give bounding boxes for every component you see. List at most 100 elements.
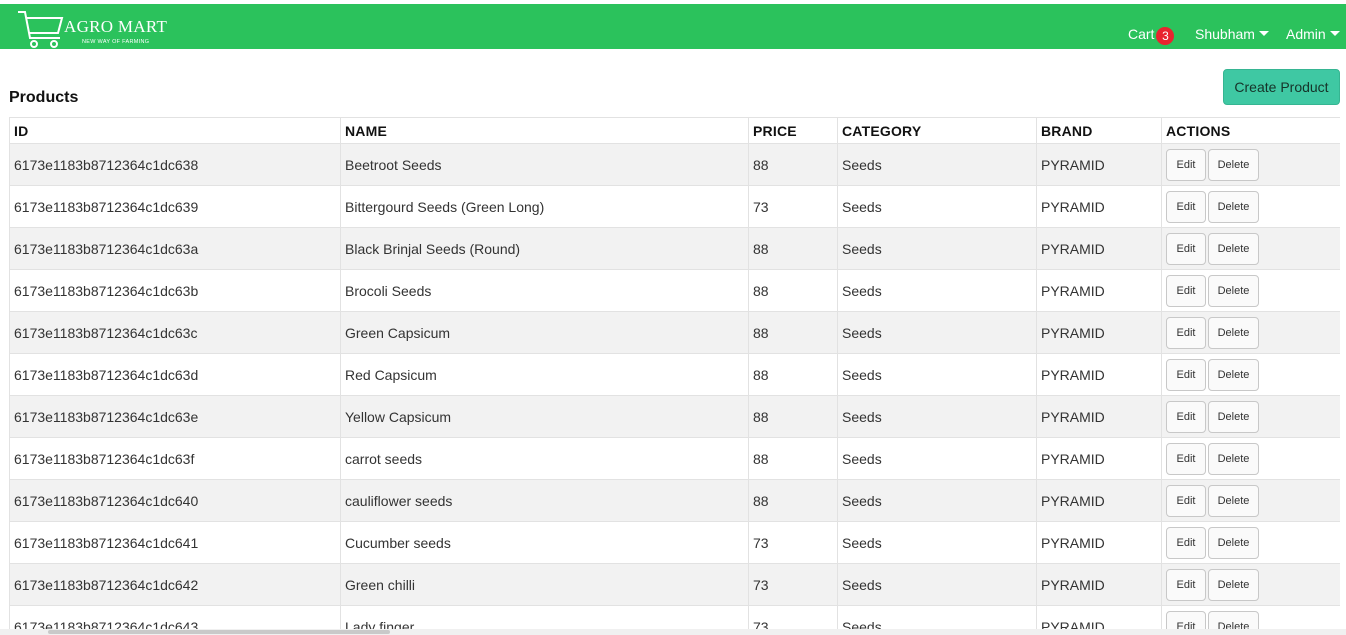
cell-category: Seeds (837, 437, 1037, 480)
cell-price: 73 (748, 521, 838, 564)
chevron-down-icon (1329, 31, 1340, 36)
create-product-button[interactable]: Create Product (1223, 69, 1340, 105)
delete-button[interactable]: Delete (1208, 148, 1259, 181)
cell-name: Yellow Capsicum (340, 395, 749, 438)
edit-button[interactable]: Edit (1166, 442, 1206, 475)
edit-button[interactable]: Edit (1166, 526, 1206, 559)
table-row: 6173e1183b8712364c1dc63f carrot seeds 88 Se… (9, 437, 1340, 480)
cell-price: 88 (748, 143, 838, 186)
header-id: ID (9, 117, 341, 144)
cell-actions: Edit Delete (1161, 185, 1340, 228)
cell-actions: Edit Delete (1161, 353, 1340, 396)
cell-actions: Edit Delete (1161, 437, 1340, 480)
header-category: CATEGORY (837, 117, 1037, 144)
edit-button[interactable]: Edit (1166, 484, 1206, 517)
delete-button[interactable]: Delete (1208, 190, 1259, 223)
cell-brand: PYRAMID (1036, 353, 1162, 396)
cell-actions: Edit Delete (1161, 479, 1340, 522)
delete-button[interactable]: Delete (1208, 568, 1259, 601)
delete-button[interactable]: Delete (1208, 442, 1259, 475)
cell-category: Seeds (837, 269, 1037, 312)
delete-button[interactable]: Delete (1208, 274, 1259, 307)
shopping-cart-icon (18, 11, 64, 48)
cell-category: Seeds (837, 521, 1037, 564)
cell-brand: PYRAMID (1036, 521, 1162, 564)
cell-price: 88 (748, 395, 838, 438)
cell-price: 88 (748, 479, 838, 522)
cart-count-badge: 3 (1156, 27, 1175, 45)
cell-actions: Edit Delete (1161, 395, 1340, 438)
cell-id: 6173e1183b8712364c1dc63c (9, 311, 341, 354)
edit-button[interactable]: Edit (1166, 274, 1206, 307)
cell-brand: PYRAMID (1036, 185, 1162, 228)
cell-price: 88 (748, 311, 838, 354)
edit-button[interactable]: Edit (1166, 400, 1206, 433)
delete-button[interactable]: Delete (1208, 358, 1259, 391)
table-row: 6173e1183b8712364c1dc63d Red Capsicum 88 Se… (9, 353, 1340, 396)
cell-name: Black Brinjal Seeds (Round) (340, 227, 749, 270)
brand-title: AGRO MART (64, 17, 168, 36)
edit-button[interactable]: Edit (1166, 358, 1206, 391)
cell-id: 6173e1183b8712364c1dc638 (9, 143, 341, 186)
edit-button[interactable]: Edit (1166, 232, 1206, 265)
table-body: 6173e1183b8712364c1dc638 Beetroot Seeds 88… (9, 143, 1340, 635)
cell-brand: PYRAMID (1036, 269, 1162, 312)
cell-id: 6173e1183b8712364c1dc639 (9, 185, 341, 228)
cell-category: Seeds (837, 563, 1037, 606)
delete-button[interactable]: Delete (1208, 232, 1259, 265)
cell-category: Seeds (837, 227, 1037, 270)
delete-button[interactable]: Delete (1208, 400, 1259, 433)
cell-price: 88 (748, 353, 838, 396)
cell-brand: PYRAMID (1036, 479, 1162, 522)
cell-actions: Edit Delete (1161, 227, 1340, 270)
brand-logo[interactable]: AGRO MART NEW WAY OF FARMING (16, 8, 168, 48)
cell-id: 6173e1183b8712364c1dc640 (9, 479, 341, 522)
cell-name: Brocoli Seeds (340, 269, 749, 312)
cell-name: Green Capsicum (340, 311, 749, 354)
delete-button[interactable]: Delete (1208, 484, 1259, 517)
cell-name: Bittergourd Seeds (Green Long) (340, 185, 749, 228)
header-actions: ACTIONS (1161, 117, 1340, 144)
cell-id: 6173e1183b8712364c1dc642 (9, 563, 341, 606)
products-table: ID NAME PRICE CATEGORY BRAND ACTIONS 617… (9, 117, 1340, 635)
products-table-container: ID NAME PRICE CATEGORY BRAND ACTIONS 617… (9, 117, 1340, 635)
brand-tagline: NEW WAY OF FARMING (82, 39, 150, 45)
edit-button[interactable]: Edit (1166, 148, 1206, 181)
cell-price: 88 (748, 437, 838, 480)
cart-link[interactable]: Cart 3 (1128, 26, 1175, 45)
edit-button[interactable]: Edit (1166, 316, 1206, 349)
cell-name: Red Capsicum (340, 353, 749, 396)
cell-name: Cucumber seeds (340, 521, 749, 564)
table-row: 6173e1183b8712364c1dc642 Green chilli 73 Se… (9, 563, 1340, 606)
table-row: 6173e1183b8712364c1dc63a Black Brinjal Se… (9, 227, 1340, 270)
table-row: 6173e1183b8712364c1dc63e Yellow Capsicum 8… (9, 395, 1340, 438)
cell-name: cauliflower seeds (340, 479, 749, 522)
table-row: 6173e1183b8712364c1dc638 Beetroot Seeds 88… (9, 143, 1340, 186)
user-menu-label: Shubham (1195, 26, 1255, 42)
cell-name: Beetroot Seeds (340, 143, 749, 186)
cell-id: 6173e1183b8712364c1dc63b (9, 269, 341, 312)
header-brand: BRAND (1036, 117, 1162, 144)
cell-category: Seeds (837, 395, 1037, 438)
scrollbar-thumb[interactable] (48, 630, 390, 634)
cell-category: Seeds (837, 311, 1037, 354)
table-row: 6173e1183b8712364c1dc640 cauliflower seed… (9, 479, 1340, 522)
admin-menu-label: Admin (1286, 26, 1326, 42)
header-price: PRICE (748, 117, 838, 144)
delete-button[interactable]: Delete (1208, 316, 1259, 349)
admin-menu[interactable]: Admin (1286, 26, 1340, 42)
edit-button[interactable]: Edit (1166, 568, 1206, 601)
chevron-down-icon (1258, 31, 1269, 36)
cell-actions: Edit Delete (1161, 563, 1340, 606)
cell-id: 6173e1183b8712364c1dc63e (9, 395, 341, 438)
cell-price: 73 (748, 185, 838, 228)
cell-brand: PYRAMID (1036, 311, 1162, 354)
cell-actions: Edit Delete (1161, 521, 1340, 564)
cell-price: 88 (748, 269, 838, 312)
cell-id: 6173e1183b8712364c1dc63a (9, 227, 341, 270)
edit-button[interactable]: Edit (1166, 190, 1206, 223)
cell-brand: PYRAMID (1036, 563, 1162, 606)
user-menu[interactable]: Shubham (1195, 26, 1269, 42)
delete-button[interactable]: Delete (1208, 526, 1259, 559)
cell-price: 73 (748, 563, 838, 606)
